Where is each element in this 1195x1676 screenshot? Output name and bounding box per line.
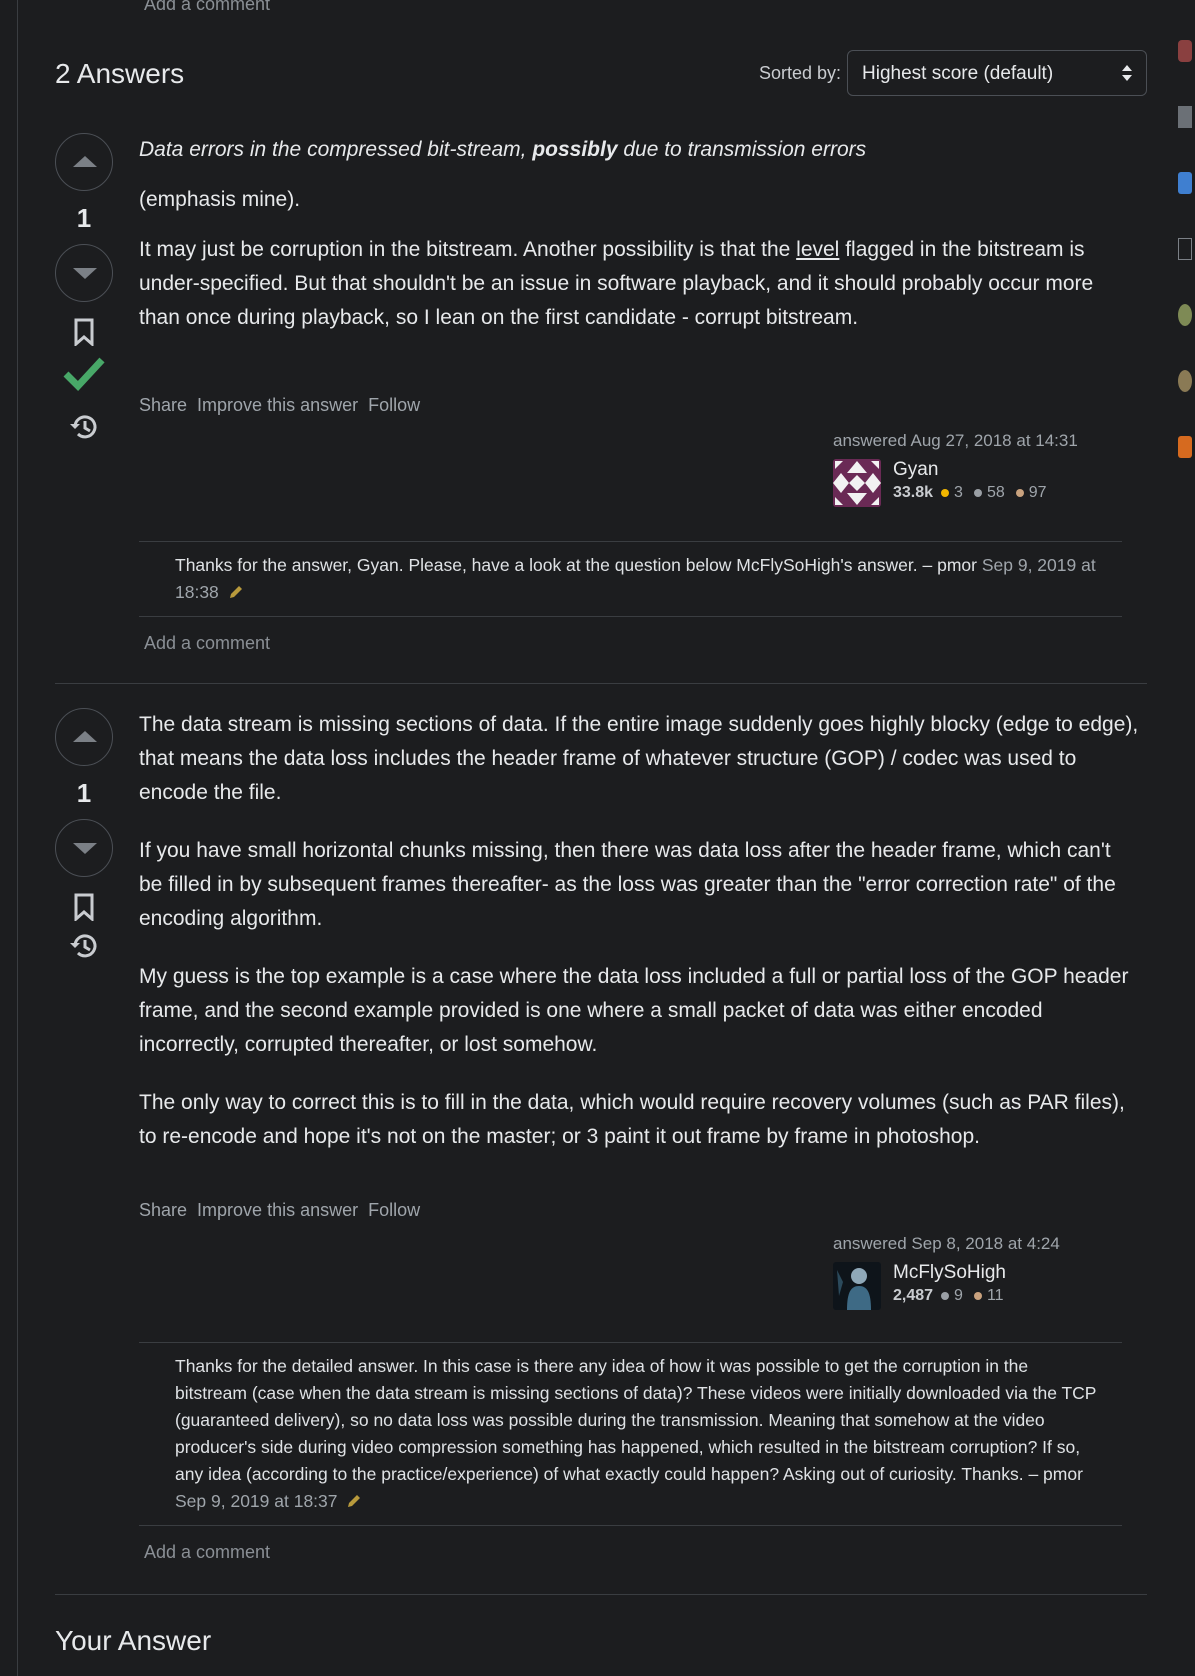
answer-post: 1 Data errors in the compressed bit-stre… xyxy=(55,133,1147,673)
sidebar-icon[interactable] xyxy=(1178,238,1192,260)
user-name-link[interactable]: Gyan xyxy=(893,459,1047,481)
improve-answer-link[interactable]: Improve this answer xyxy=(197,1200,358,1221)
bookmark-button[interactable] xyxy=(55,318,113,346)
comment: Thanks for the answer, Gyan. Please, hav… xyxy=(139,542,1122,617)
comment-author-link[interactable]: pmor xyxy=(1043,1464,1083,1484)
sort-caret-icon xyxy=(1122,65,1132,81)
post-menu: Share Improve this answer Follow xyxy=(139,1200,420,1221)
vote-count: 1 xyxy=(76,203,92,233)
comment: Thanks for the detailed answer. In this … xyxy=(139,1343,1122,1526)
vote-controls: 1 xyxy=(55,708,115,961)
sidebar-icon[interactable] xyxy=(1178,172,1192,194)
downvote-icon xyxy=(73,843,97,854)
answered-timestamp: answered Sep 8, 2018 at 4:24 xyxy=(833,1234,1060,1253)
sidebar-icon[interactable] xyxy=(1178,106,1192,128)
answer-paragraph: It may just be corruption in the bitstre… xyxy=(139,238,1094,329)
follow-link[interactable]: Follow xyxy=(368,395,420,416)
level-link[interactable]: level xyxy=(796,238,839,261)
follow-link[interactable]: Follow xyxy=(368,1200,420,1221)
user-reputation: 33.8k 3 58 97 xyxy=(893,484,1047,502)
comment-text: Thanks for the answer, Gyan. Please, hav… xyxy=(175,555,938,575)
silver-badge-icon xyxy=(941,1292,950,1300)
sidebar-icon[interactable] xyxy=(1178,370,1192,392)
sort-control: Sorted by: Highest score (default) xyxy=(759,50,1147,96)
vote-count: 1 xyxy=(76,778,92,808)
bookmark-icon xyxy=(74,318,94,346)
sort-label: Sorted by: xyxy=(758,62,841,83)
share-link[interactable]: Share xyxy=(139,1200,187,1221)
user-name-link[interactable]: McFlySoHigh xyxy=(893,1262,1006,1284)
identicon-avatar xyxy=(833,459,881,507)
answer-paragraph: The only way to correct this is to fill … xyxy=(139,1091,1125,1148)
post-menu: Share Improve this answer Follow xyxy=(139,395,420,416)
edit-pencil-icon[interactable] xyxy=(228,584,244,600)
add-comment-link[interactable]: Add a comment xyxy=(139,1526,1122,1563)
answer-divider xyxy=(55,1594,1147,1595)
bookmark-icon xyxy=(74,893,94,921)
accepted-answer-indicator xyxy=(55,356,113,392)
left-sidebar-border xyxy=(17,0,18,1676)
sort-select-value: Highest score (default) xyxy=(862,63,1054,84)
silver-badge-icon xyxy=(973,489,982,497)
comment-date-link[interactable]: Sep 9, 2019 at 18:37 xyxy=(175,1491,338,1511)
user-photo-avatar xyxy=(833,1262,881,1310)
comment-text: Thanks for the detailed answer. In this … xyxy=(175,1356,1097,1484)
vote-controls: 1 xyxy=(55,133,115,442)
upvote-icon xyxy=(73,731,97,742)
sidebar-icon[interactable] xyxy=(1178,304,1192,326)
question-add-comment-link[interactable]: Add a comment xyxy=(144,0,270,15)
answer-paragraph: (emphasis mine). xyxy=(139,188,301,211)
upvote-button[interactable] xyxy=(55,133,113,191)
answer-paragraph: If you have small horizontal chunks miss… xyxy=(139,839,1116,930)
improve-answer-link[interactable]: Improve this answer xyxy=(197,395,358,416)
answer-paragraph: The data stream is missing sections of d… xyxy=(139,713,1139,804)
right-sidebar-edge xyxy=(1178,40,1195,502)
bronze-badge-icon xyxy=(1015,489,1024,497)
silver-badge-count: 58 xyxy=(986,484,1005,501)
answered-timestamp: answered Aug 27, 2018 at 14:31 xyxy=(833,431,1078,450)
downvote-button[interactable] xyxy=(55,244,113,302)
revision-history-button[interactable] xyxy=(55,412,113,442)
avatar[interactable] xyxy=(833,459,881,507)
avatar[interactable] xyxy=(833,1262,881,1310)
user-card: answered Sep 8, 2018 at 4:24 McFlySoHigh… xyxy=(833,1234,1113,1310)
user-card: answered Aug 27, 2018 at 14:31 Gyan 33.8… xyxy=(833,431,1113,507)
downvote-icon xyxy=(73,268,97,279)
answers-header: 2 Answers Sorted by: Highest score (defa… xyxy=(55,50,1147,98)
bookmark-button[interactable] xyxy=(55,893,113,921)
answer-post: 1 The data stream is missing sections of… xyxy=(55,708,1147,1588)
comments-section: Thanks for the detailed answer. In this … xyxy=(139,1342,1122,1563)
add-comment-link[interactable]: Add a comment xyxy=(139,617,1122,654)
answer-paragraph: My guess is the top example is a case wh… xyxy=(139,965,1129,1056)
answer-body: The data stream is missing sections of d… xyxy=(139,708,1139,1178)
bronze-badge-icon xyxy=(973,1292,982,1300)
downvote-button[interactable] xyxy=(55,819,113,877)
comment-author-link[interactable]: pmor xyxy=(937,555,977,575)
history-icon xyxy=(70,934,97,958)
your-answer-heading: Your Answer xyxy=(55,1625,212,1656)
upvote-button[interactable] xyxy=(55,708,113,766)
history-icon xyxy=(70,415,97,439)
answer-divider xyxy=(55,683,1147,684)
answers-count-title: 2 Answers xyxy=(55,58,185,89)
quoted-paragraph: Data errors in the compressed bit-stream… xyxy=(139,138,867,161)
comments-section: Thanks for the answer, Gyan. Please, hav… xyxy=(139,541,1122,654)
gold-badge-icon xyxy=(941,489,950,497)
upvote-icon xyxy=(73,156,97,167)
bronze-badge-count: 11 xyxy=(986,1287,1004,1304)
revision-history-button[interactable] xyxy=(55,931,113,961)
gold-badge-count: 3 xyxy=(954,484,963,501)
reputation-score: 33.8k xyxy=(893,484,934,501)
share-link[interactable]: Share xyxy=(139,395,187,416)
sidebar-icon[interactable] xyxy=(1178,40,1192,62)
silver-badge-count: 9 xyxy=(954,1287,963,1304)
sort-select[interactable]: Highest score (default) xyxy=(847,50,1147,96)
reputation-score: 2,487 xyxy=(893,1287,934,1304)
bronze-badge-count: 97 xyxy=(1028,484,1047,501)
accepted-check-icon xyxy=(63,357,105,392)
edit-pencil-icon[interactable] xyxy=(346,1493,362,1509)
answer-body: Data errors in the compressed bit-stream… xyxy=(139,133,1139,359)
user-reputation: 2,487 9 11 xyxy=(893,1287,1006,1305)
rss-icon[interactable] xyxy=(1178,436,1192,458)
